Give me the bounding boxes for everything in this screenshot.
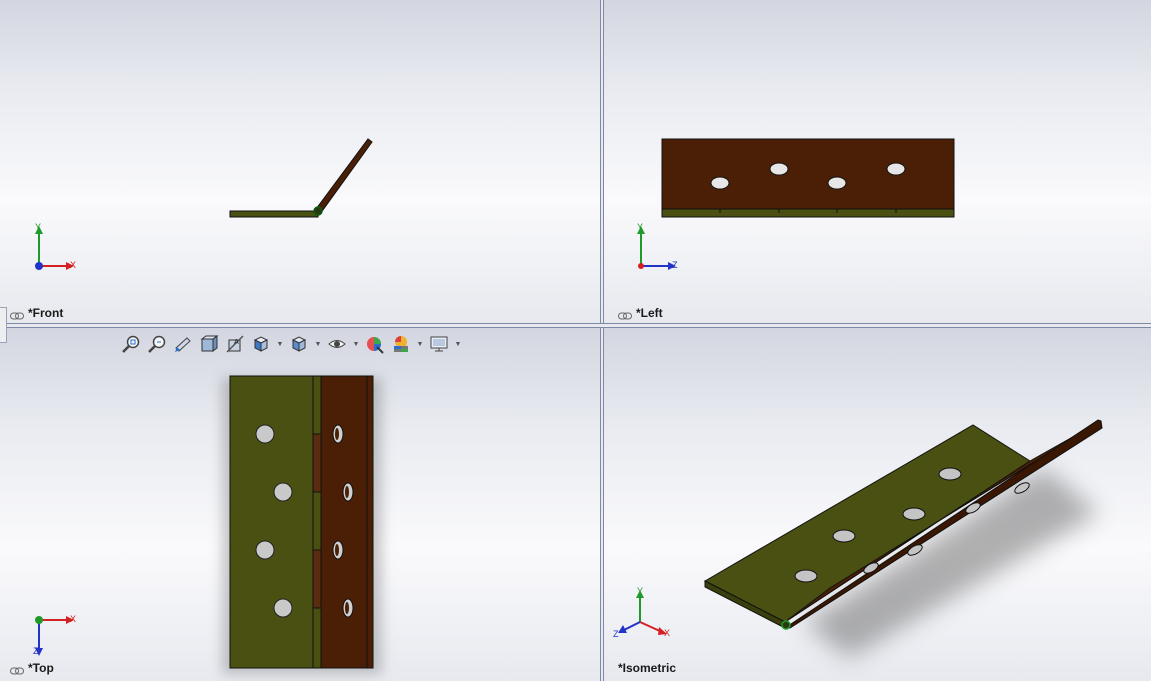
viewport-horizontal-splitter[interactable] xyxy=(0,323,1151,328)
heads-up-view-toolbar: A ▼ ▼ ▼ ▼ ▼ xyxy=(120,333,462,355)
view-settings-icon xyxy=(430,336,448,352)
display-style-dropdown[interactable]: ▼ xyxy=(314,333,322,355)
viewport-isometric[interactable]: Y Z X *Isometric xyxy=(604,328,1151,681)
view-orientation-button[interactable] xyxy=(250,333,272,355)
top-triad-x-label: X xyxy=(70,614,77,624)
top-view-label[interactable]: *Top xyxy=(10,661,54,675)
view-settings-button[interactable] xyxy=(428,333,450,355)
isometric-view-label[interactable]: *Isometric xyxy=(618,661,676,675)
previous-view-icon xyxy=(175,337,191,352)
view-orientation-dropdown[interactable]: ▼ xyxy=(276,333,284,355)
left-view-name: *Left xyxy=(636,306,663,320)
link-icon xyxy=(618,309,632,320)
display-style-icon xyxy=(291,336,307,352)
edit-appearance-icon xyxy=(367,337,384,354)
left-triad-z-label: Z xyxy=(672,260,678,270)
hide-show-items-button[interactable] xyxy=(326,333,348,355)
zoom-to-fit-icon xyxy=(122,335,140,353)
link-icon xyxy=(10,664,24,675)
iso-triad-x-label: X xyxy=(664,628,671,638)
isometric-axis-triad xyxy=(618,590,667,635)
previous-view-button[interactable] xyxy=(172,333,194,355)
viewport-front[interactable]: Y X *Front xyxy=(0,0,600,323)
left-triad-y-label: Y xyxy=(637,222,644,232)
zoom-to-fit-button[interactable] xyxy=(120,333,142,355)
top-triad-z-label: Z xyxy=(33,646,39,656)
front-triad-x-label: X xyxy=(70,260,77,270)
iso-triad-y-label: Y xyxy=(637,586,644,596)
apply-scene-button[interactable] xyxy=(390,333,412,355)
dynamic-annotation-views-button[interactable]: A xyxy=(224,333,246,355)
splitter-grip[interactable] xyxy=(0,307,7,343)
view-orientation-icon xyxy=(253,336,269,352)
left-view-label[interactable]: *Left xyxy=(618,306,663,320)
viewport-vertical-splitter[interactable] xyxy=(600,0,604,681)
zoom-to-area-button[interactable] xyxy=(146,333,168,355)
section-view-button[interactable] xyxy=(198,333,220,355)
apply-scene-dropdown[interactable]: ▼ xyxy=(416,333,424,355)
svg-text:A: A xyxy=(234,339,239,346)
hide-show-items-dropdown[interactable]: ▼ xyxy=(352,333,360,355)
hide-show-items-icon xyxy=(328,340,346,348)
isometric-view-name: *Isometric xyxy=(618,661,677,675)
link-icon xyxy=(10,309,24,320)
apply-scene-icon xyxy=(394,336,408,352)
dynamic-annotation-views-icon: A xyxy=(226,335,244,353)
viewport-left[interactable]: Y Z *Left xyxy=(604,0,1151,323)
top-view-name: *Top xyxy=(28,661,54,675)
section-view-icon xyxy=(200,335,219,352)
display-style-button[interactable] xyxy=(288,333,310,355)
edit-appearance-button[interactable] xyxy=(364,333,386,355)
front-view-label[interactable]: *Front xyxy=(10,306,63,320)
front-view-name: *Front xyxy=(28,306,64,320)
iso-triad-z-label: Z xyxy=(613,629,619,639)
viewport-top[interactable]: A ▼ ▼ ▼ ▼ ▼ X Z *Top xyxy=(0,328,600,681)
zoom-to-area-icon xyxy=(148,335,166,353)
view-settings-dropdown[interactable]: ▼ xyxy=(454,333,462,355)
front-triad-y-label: Y xyxy=(35,222,42,232)
